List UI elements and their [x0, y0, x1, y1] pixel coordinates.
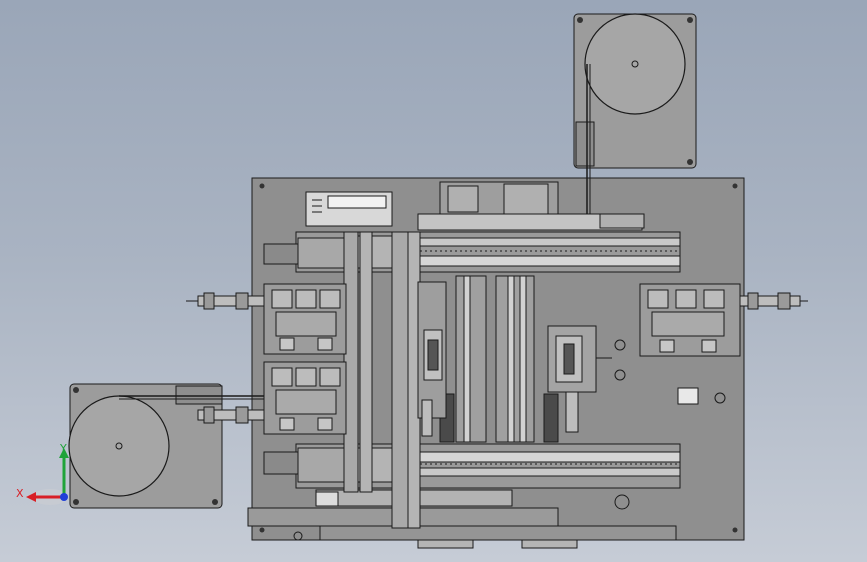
coordinate-triad: Y X — [16, 442, 69, 505]
cad-viewport[interactable]: Y X — [0, 0, 867, 562]
left-clamp-station-upper — [263, 283, 347, 355]
x-axis-label: X — [16, 487, 24, 500]
display-panel — [305, 191, 393, 227]
upper-linear-axis — [263, 231, 681, 273]
y-axis-label: Y — [59, 442, 67, 455]
z-axis-marker — [60, 493, 68, 501]
center-gripper — [417, 281, 447, 437]
right-pneumatic-cylinder — [739, 292, 808, 310]
right-clamp-station — [639, 283, 741, 357]
lower-tape-reel — [68, 383, 268, 509]
left-clamp-station-lower — [263, 361, 347, 435]
